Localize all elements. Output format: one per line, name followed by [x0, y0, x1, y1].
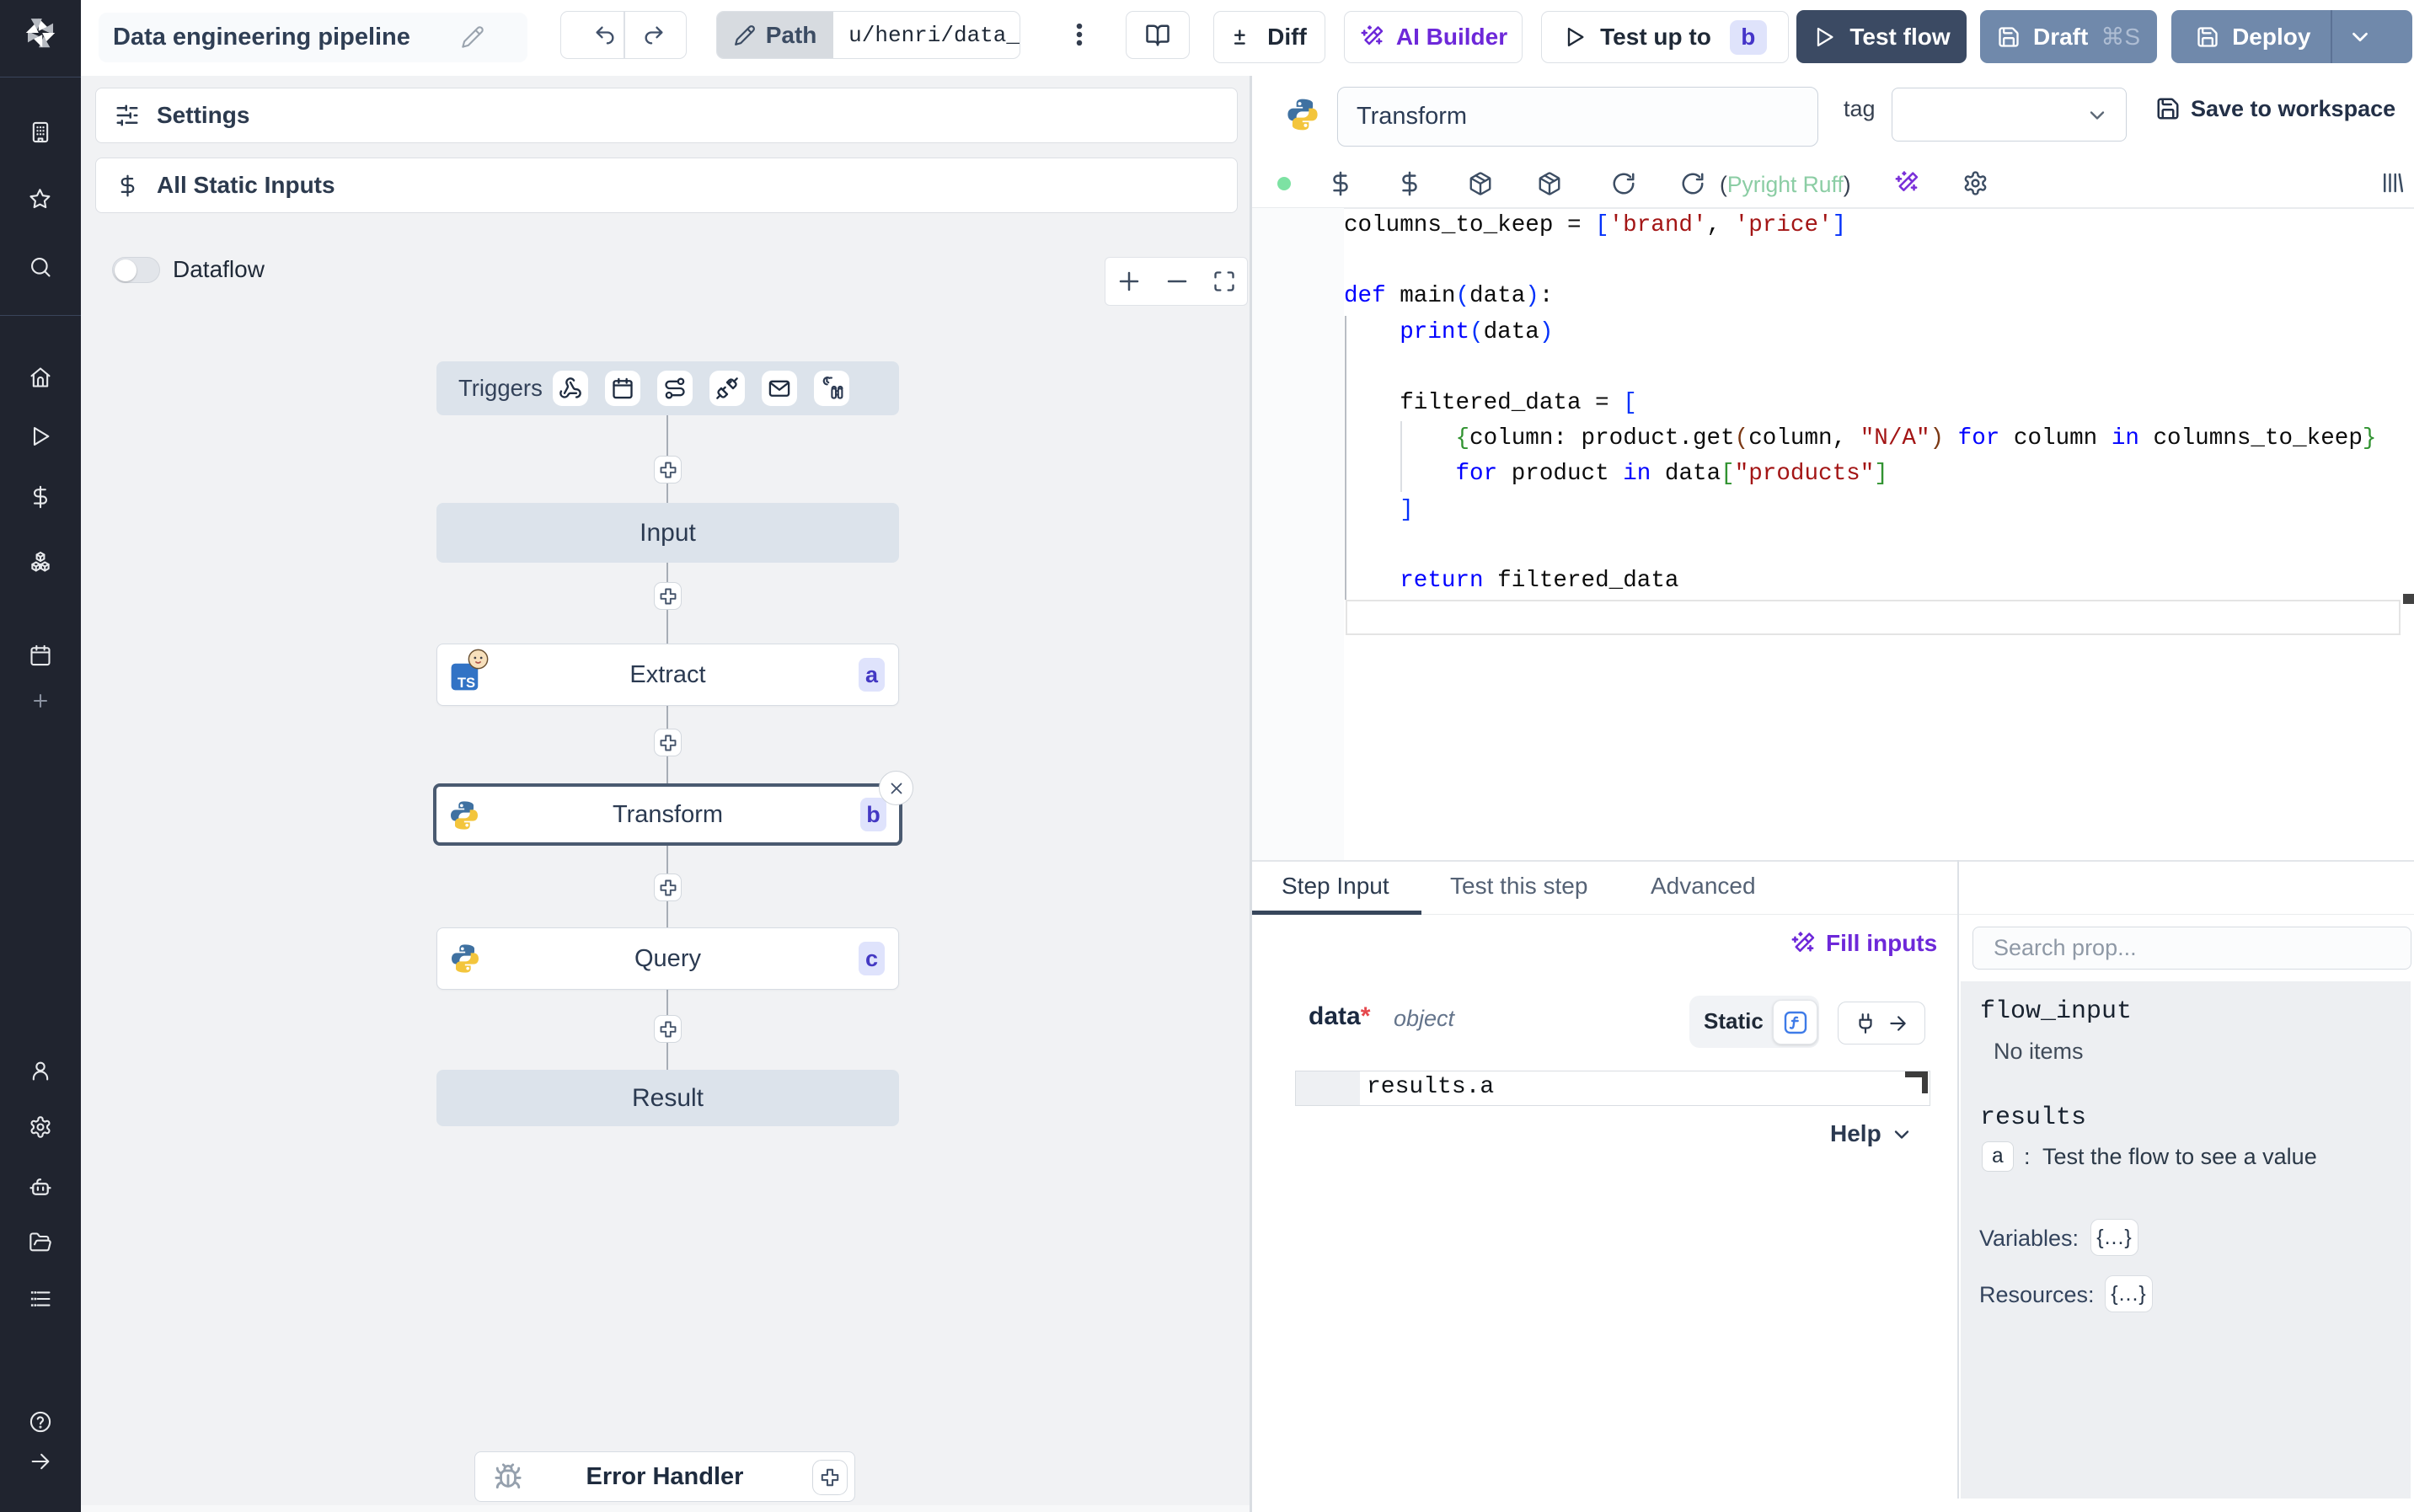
svg-text:TS: TS [458, 675, 475, 691]
